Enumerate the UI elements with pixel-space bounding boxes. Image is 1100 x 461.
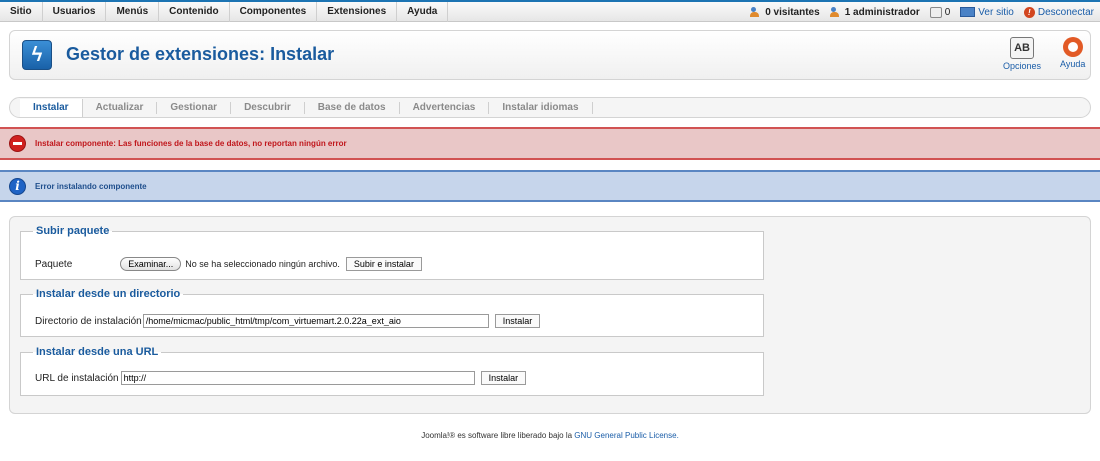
tab-advertencias[interactable]: Advertencias: [400, 101, 490, 114]
tab-instalar-idiomas[interactable]: Instalar idiomas: [489, 101, 593, 114]
page-header: ϟ Gestor de extensiones: Instalar ΑΒ Opc…: [9, 30, 1091, 80]
admins-icon: [829, 6, 842, 18]
menu-sitio[interactable]: Sitio: [0, 2, 43, 22]
menu-extensiones[interactable]: Extensiones: [317, 2, 398, 22]
install-form: Subir paquete Paquete Examinar... No se …: [9, 216, 1091, 414]
url-label: URL de instalación: [35, 372, 119, 384]
install-directory-section: Instalar desde un directorio Directorio …: [20, 288, 764, 337]
tab-descubrir[interactable]: Descubrir: [231, 101, 305, 114]
tab-base-de-datos[interactable]: Base de datos: [305, 101, 400, 114]
footer: Joomla!® es software libre liberado bajo…: [421, 431, 679, 440]
browse-file-button[interactable]: Examinar...: [120, 257, 182, 271]
options-icon: ΑΒ: [1010, 37, 1035, 59]
options-button[interactable]: ΑΒ Opciones: [1003, 37, 1041, 71]
gpl-link[interactable]: GNU General Public License.: [574, 431, 679, 440]
top-menu-bar: Sitio Usuarios Menús Contenido Component…: [0, 0, 1100, 22]
status-area: 0 visitantes 1 administrador 0 Ver sitio…: [750, 2, 1094, 22]
tab-gestionar[interactable]: Gestionar: [157, 101, 232, 114]
view-site-link[interactable]: Ver sitio: [960, 7, 1014, 18]
lifebuoy-icon: [1062, 37, 1083, 57]
install-url-section: Instalar desde una URL URL de instalació…: [20, 346, 764, 396]
menu-menus[interactable]: Menús: [106, 2, 160, 22]
menu-usuarios[interactable]: Usuarios: [43, 2, 107, 22]
directory-input[interactable]: [142, 314, 489, 328]
upload-package-section: Subir paquete Paquete Examinar... No se …: [20, 225, 764, 280]
upload-legend: Subir paquete: [36, 225, 110, 237]
screen-icon: [960, 7, 976, 17]
main-menu: Sitio Usuarios Menús Contenido Component…: [0, 2, 449, 22]
submenu-tabs: Instalar Actualizar Gestionar Descubrir …: [9, 97, 1091, 118]
page-title: Gestor de extensiones: Instalar: [66, 44, 335, 64]
logout-icon: !: [1023, 6, 1035, 18]
messages-status[interactable]: 0: [929, 6, 950, 18]
help-button[interactable]: Ayuda: [1060, 37, 1085, 69]
error-message: Instalar componente: Las funciones de la…: [0, 127, 1100, 160]
directory-install-button[interactable]: Instalar: [494, 314, 541, 328]
tab-actualizar[interactable]: Actualizar: [83, 101, 158, 114]
error-icon: [9, 135, 26, 152]
upload-install-button[interactable]: Subir e instalar: [345, 257, 422, 271]
logout-link[interactable]: ! Desconectar: [1023, 6, 1094, 18]
menu-contenido[interactable]: Contenido: [159, 2, 230, 22]
directory-legend: Instalar desde un directorio: [36, 288, 181, 300]
info-message: i Error instalando componente: [0, 170, 1100, 202]
url-input[interactable]: [120, 371, 475, 385]
message-icon: [929, 6, 942, 18]
url-install-button[interactable]: Instalar: [480, 371, 527, 385]
url-legend: Instalar desde una URL: [36, 346, 159, 358]
admins-status: 1 administrador: [829, 6, 920, 18]
visitors-status: 0 visitantes: [750, 6, 820, 18]
package-label: Paquete: [35, 258, 73, 270]
extensions-icon: ϟ: [22, 40, 52, 70]
menu-componentes[interactable]: Componentes: [230, 2, 318, 22]
info-icon: i: [9, 177, 26, 195]
directory-label: Directorio de instalación: [35, 315, 142, 327]
menu-ayuda[interactable]: Ayuda: [397, 2, 449, 22]
no-file-text: No se ha seleccionado ningún archivo.: [185, 259, 340, 269]
tab-instalar[interactable]: Instalar: [20, 98, 83, 117]
visitors-icon: [750, 6, 762, 18]
